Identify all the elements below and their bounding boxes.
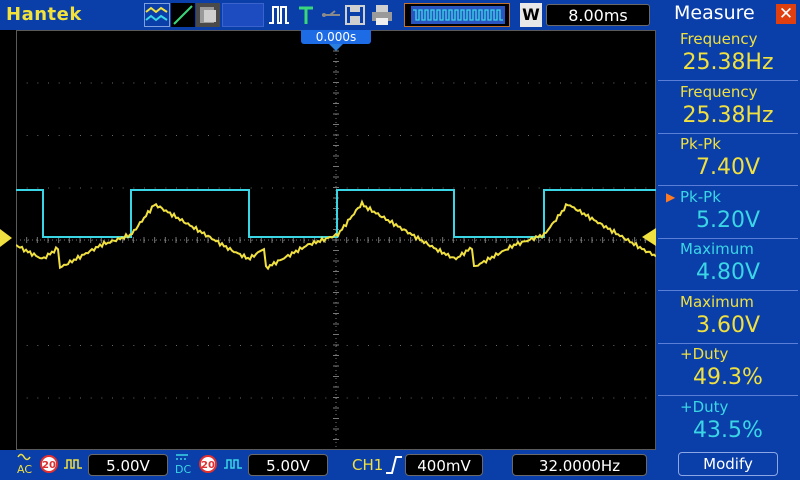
modify-button[interactable]: Modify bbox=[678, 452, 778, 476]
persistence-icon[interactable] bbox=[196, 3, 220, 27]
trigger-level[interactable]: 400mV bbox=[405, 454, 483, 476]
ch-ground-marker bbox=[0, 229, 12, 247]
ch2-bandwidth-limit[interactable]: 20 bbox=[199, 455, 217, 473]
measure-label[interactable]: Pk-Pk bbox=[680, 188, 721, 206]
print-icon[interactable] bbox=[370, 3, 394, 27]
measure-value: 25.38Hz bbox=[682, 50, 774, 75]
measure-value: 4.80V bbox=[695, 260, 761, 285]
display-vector-icon[interactable] bbox=[171, 3, 195, 27]
ch2-coupling-label: DC bbox=[175, 463, 192, 476]
save-icon[interactable] bbox=[344, 3, 366, 27]
top-toolbar: Hantek W 8.00ms bbox=[0, 0, 656, 30]
measure-separator bbox=[658, 290, 798, 291]
rising-edge-icon bbox=[386, 456, 402, 474]
trigger-position-marker bbox=[328, 43, 344, 51]
selected-arrow-icon: ▶ bbox=[666, 189, 676, 204]
bottom-status-bar: AC 20 5.00V DC 20 5.00V CH1 400mV 32.000… bbox=[0, 450, 656, 480]
memory-depth-bar[interactable] bbox=[404, 3, 510, 27]
measure-value: 5.20V bbox=[695, 207, 761, 233]
trigger-time-readout: 0.000s bbox=[301, 30, 371, 44]
ch2-volts-div[interactable]: 5.00V bbox=[248, 454, 328, 476]
measure-value: 43.5% bbox=[693, 417, 763, 443]
ch1-invert-icon bbox=[64, 459, 82, 469]
measure-separator bbox=[658, 132, 798, 134]
measure-separator bbox=[658, 395, 798, 396]
trigger-source[interactable]: CH1 bbox=[352, 456, 383, 474]
waveform-display: 0.000s bbox=[16, 30, 656, 450]
measure-separator bbox=[658, 185, 798, 186]
measure-label[interactable]: Pk-Pk bbox=[680, 135, 721, 153]
waveform-mode-icon[interactable] bbox=[144, 3, 170, 27]
measure-label[interactable]: Maximum bbox=[680, 240, 754, 258]
measure-separator bbox=[658, 342, 798, 344]
ch1-bandwidth-limit[interactable]: 20 bbox=[40, 455, 58, 473]
dc-coupling-icon bbox=[176, 454, 188, 460]
measure-title: Measure bbox=[674, 2, 755, 24]
measure-panel: Measure ✕ Frequency 25.38Hz Frequency 25.38… bbox=[656, 0, 800, 480]
measure-value: 7.40V bbox=[695, 155, 761, 180]
measure-label[interactable]: Maximum bbox=[680, 293, 754, 311]
brand-logo: Hantek bbox=[6, 4, 82, 25]
measure-value: 49.3% bbox=[693, 365, 763, 390]
trigger-level-marker bbox=[642, 228, 656, 246]
close-icon[interactable]: ✕ bbox=[776, 4, 796, 24]
measure-value: 3.60V bbox=[695, 312, 761, 338]
measure-label[interactable]: Frequency bbox=[680, 30, 758, 48]
timebase-readout[interactable]: 8.00ms bbox=[546, 4, 650, 26]
frequency-counter: 32.0000Hz bbox=[512, 454, 647, 476]
measure-label[interactable]: +Duty bbox=[680, 345, 728, 363]
measure-header: Measure ✕ bbox=[656, 0, 800, 28]
usb-icon bbox=[320, 3, 342, 27]
ch2-invert-icon bbox=[224, 459, 242, 469]
window-w-icon[interactable]: W bbox=[520, 3, 542, 27]
measure-value: 25.38Hz bbox=[682, 102, 774, 128]
pulse-icon[interactable] bbox=[268, 3, 290, 27]
trigger-t-icon[interactable] bbox=[296, 3, 316, 27]
measure-label[interactable]: Frequency bbox=[680, 83, 758, 101]
ch1-coupling-label: AC bbox=[17, 463, 33, 476]
measure-label[interactable]: +Duty bbox=[680, 398, 728, 416]
ch1-volts-div[interactable]: 5.00V bbox=[88, 454, 168, 476]
ac-coupling-icon bbox=[17, 453, 31, 461]
measure-separator bbox=[658, 80, 798, 81]
status-box bbox=[222, 3, 264, 27]
measure-separator bbox=[658, 237, 798, 239]
